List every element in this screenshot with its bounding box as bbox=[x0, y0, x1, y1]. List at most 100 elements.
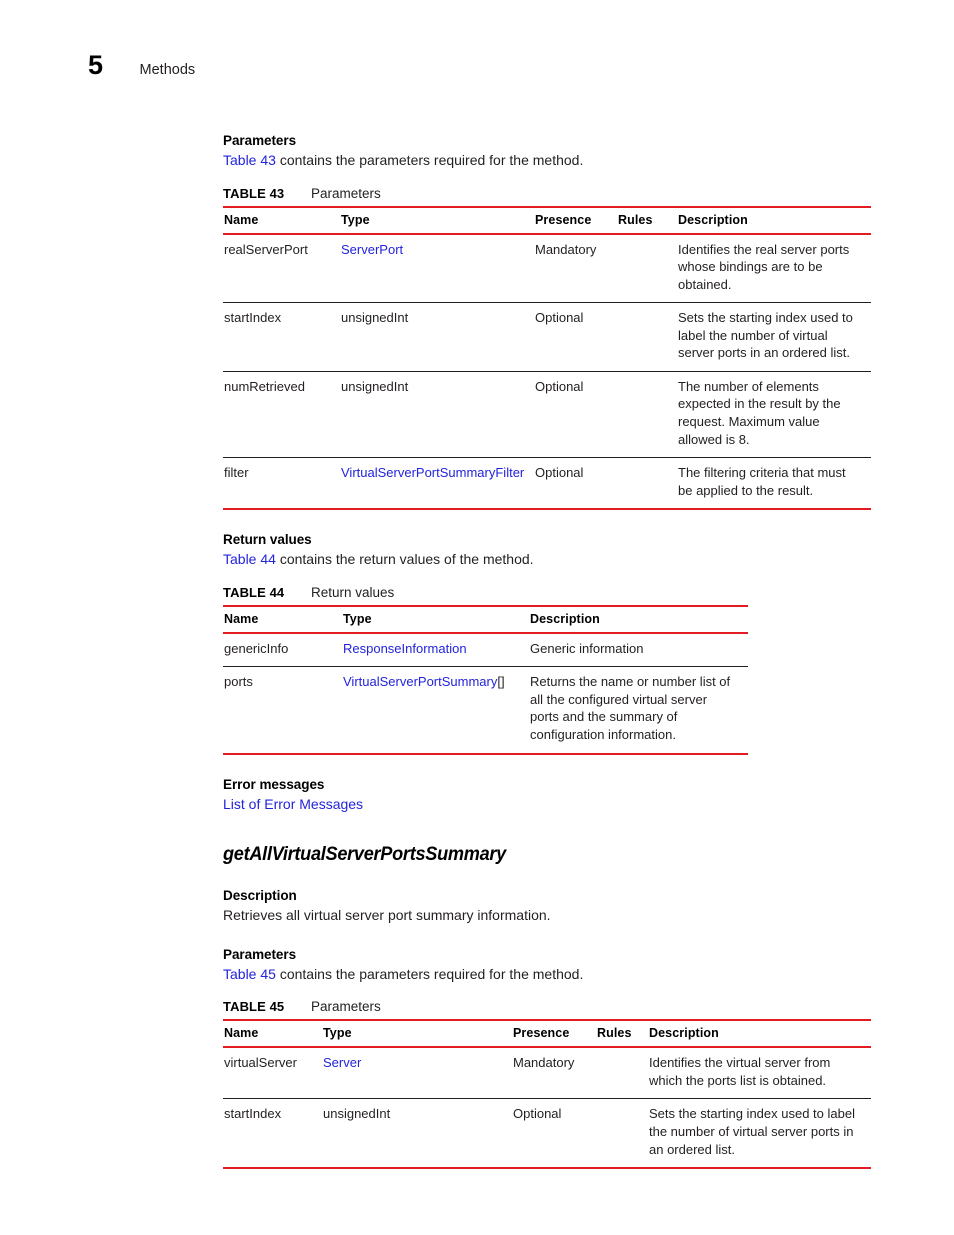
col-header-type: Type bbox=[342, 604, 529, 634]
type-link[interactable]: ResponseInformation bbox=[343, 641, 467, 656]
caption-table-44-label: Return values bbox=[311, 584, 395, 600]
cell-name: filter bbox=[223, 457, 340, 511]
heading-return-values: Return values bbox=[223, 532, 312, 548]
col-header-rules: Rules bbox=[617, 205, 677, 235]
intro-table-43-text: contains the parameters required for the… bbox=[275, 152, 584, 168]
type-link[interactable]: VirtualServerPortSummaryFilter bbox=[341, 465, 524, 480]
table-44: Name Type Description genericInfo Respon… bbox=[223, 604, 748, 755]
chapter-title: Methods bbox=[139, 62, 196, 78]
caption-table-44: TABLE 44 Return values bbox=[223, 585, 923, 600]
table-45: Name Type Presence Rules Description vir… bbox=[223, 1019, 871, 1170]
cell-description: Returns the name or number list of all t… bbox=[529, 666, 748, 755]
cell-description: Identifies the virtual server from which… bbox=[648, 1047, 871, 1100]
col-header-rules: Rules bbox=[596, 1019, 648, 1049]
cell-name: genericInfo bbox=[223, 632, 342, 668]
table-row: virtualServer Server Mandatory Identifie… bbox=[223, 1047, 871, 1100]
type-suffix: [] bbox=[497, 674, 505, 690]
cell-description: The number of elements expected in the r… bbox=[677, 371, 871, 459]
table-44-header-row: Name Type Description bbox=[223, 604, 748, 634]
caption-table-45-label: Parameters bbox=[311, 999, 381, 1015]
intro-table-45: Table 45 contains the parameters require… bbox=[223, 965, 923, 984]
cell-type: VirtualServerPortSummary[] bbox=[342, 666, 529, 755]
cell-description: Sets the starting index used to label th… bbox=[677, 302, 871, 372]
running-header: 5 Methods bbox=[88, 52, 195, 79]
cell-rules bbox=[596, 1047, 648, 1100]
error-messages-link-row: List of Error Messages bbox=[223, 795, 923, 814]
cell-rules bbox=[596, 1098, 648, 1170]
type-link[interactable]: VirtualServerPortSummary bbox=[343, 674, 497, 689]
caption-table-43-number: TABLE 43 bbox=[223, 185, 285, 201]
col-header-name: Name bbox=[223, 1019, 322, 1049]
caption-table-45: TABLE 45 Parameters bbox=[223, 999, 923, 1014]
cell-presence: Mandatory bbox=[512, 1047, 596, 1100]
intro-table-44-text: contains the return values of the method… bbox=[275, 551, 534, 568]
cell-rules bbox=[617, 233, 677, 304]
table-row: filter VirtualServerPortSummaryFilter Op… bbox=[223, 457, 871, 511]
col-header-type: Type bbox=[322, 1019, 512, 1049]
caption-table-45-number: TABLE 45 bbox=[223, 999, 285, 1015]
cell-name: numRetrieved bbox=[223, 371, 340, 459]
cell-type: unsignedInt bbox=[340, 302, 534, 372]
cell-description: The filtering criteria that must be appl… bbox=[677, 457, 871, 511]
type-link[interactable]: ServerPort bbox=[341, 242, 403, 257]
table-45-header-row: Name Type Presence Rules Description bbox=[223, 1019, 871, 1049]
xref-list-of-error-messages[interactable]: List of Error Messages bbox=[223, 796, 363, 812]
heading-parameters-2: Parameters bbox=[223, 946, 297, 962]
table-row: startIndex unsignedInt Optional Sets the… bbox=[223, 302, 871, 372]
cell-presence: Optional bbox=[512, 1098, 596, 1170]
cell-name: startIndex bbox=[223, 302, 340, 372]
intro-table-43: Table 43 contains the parameters require… bbox=[223, 151, 923, 170]
cell-type: ResponseInformation bbox=[342, 632, 529, 668]
type-link[interactable]: Server bbox=[323, 1055, 361, 1070]
xref-table-45[interactable]: Table 45 bbox=[223, 966, 276, 982]
col-header-description: Description bbox=[648, 1019, 871, 1049]
heading-error-messages: Error messages bbox=[223, 776, 325, 792]
col-header-description: Description bbox=[529, 604, 748, 634]
col-header-presence: Presence bbox=[534, 205, 617, 235]
caption-table-43: TABLE 43 Parameters bbox=[223, 186, 923, 201]
table-row: numRetrieved unsignedInt Optional The nu… bbox=[223, 371, 871, 459]
cell-name: virtualServer bbox=[223, 1047, 322, 1100]
chapter-number: 5 bbox=[88, 50, 103, 80]
table-row: realServerPort ServerPort Mandatory Iden… bbox=[223, 233, 871, 304]
cell-presence: Optional bbox=[534, 371, 617, 459]
cell-rules bbox=[617, 457, 677, 511]
heading-description: Description bbox=[223, 888, 297, 904]
table-43: Name Type Presence Rules Description rea… bbox=[223, 205, 871, 511]
intro-table-45-text: contains the parameters required for the… bbox=[275, 965, 584, 982]
heading-parameters-1: Parameters bbox=[223, 133, 297, 148]
table-row: genericInfo ResponseInformation Generic … bbox=[223, 632, 748, 668]
col-header-description: Description bbox=[677, 205, 871, 235]
cell-presence: Optional bbox=[534, 457, 617, 511]
xref-table-44[interactable]: Table 44 bbox=[223, 551, 276, 567]
table-row: startIndex unsignedInt Optional Sets the… bbox=[223, 1098, 871, 1170]
intro-table-44: Table 44 contains the return values of t… bbox=[223, 550, 923, 569]
cell-presence: Mandatory bbox=[534, 233, 617, 304]
col-header-name: Name bbox=[223, 205, 340, 235]
cell-presence: Optional bbox=[534, 302, 617, 372]
cell-name: ports bbox=[223, 666, 342, 755]
col-header-name: Name bbox=[223, 604, 342, 634]
cell-type: unsignedInt bbox=[322, 1098, 512, 1170]
table-row: ports VirtualServerPortSummary[] Returns… bbox=[223, 666, 748, 755]
xref-table-43[interactable]: Table 43 bbox=[223, 152, 276, 168]
cell-type: unsignedInt bbox=[340, 371, 534, 459]
cell-type: ServerPort bbox=[340, 233, 534, 304]
cell-name: startIndex bbox=[223, 1098, 322, 1170]
table-43-header-row: Name Type Presence Rules Description bbox=[223, 205, 871, 235]
description-text: Retrieves all virtual server port summar… bbox=[223, 907, 551, 924]
content-column: Parameters Table 43 contains the paramet… bbox=[223, 133, 923, 1170]
caption-table-43-label: Parameters bbox=[311, 185, 381, 201]
col-header-type: Type bbox=[340, 205, 534, 235]
cell-type: Server bbox=[322, 1047, 512, 1100]
cell-rules bbox=[617, 371, 677, 459]
cell-type: VirtualServerPortSummaryFilter bbox=[340, 457, 534, 511]
col-header-presence: Presence bbox=[512, 1019, 596, 1049]
cell-description: Generic information bbox=[529, 632, 748, 668]
method-heading: getAllVirtualServerPortsSummary bbox=[223, 843, 506, 866]
cell-rules bbox=[617, 302, 677, 372]
cell-description: Identifies the real server ports whose b… bbox=[677, 233, 871, 304]
cell-name: realServerPort bbox=[223, 233, 340, 304]
cell-description: Sets the starting index used to label th… bbox=[648, 1098, 871, 1170]
caption-table-44-number: TABLE 44 bbox=[223, 584, 285, 600]
